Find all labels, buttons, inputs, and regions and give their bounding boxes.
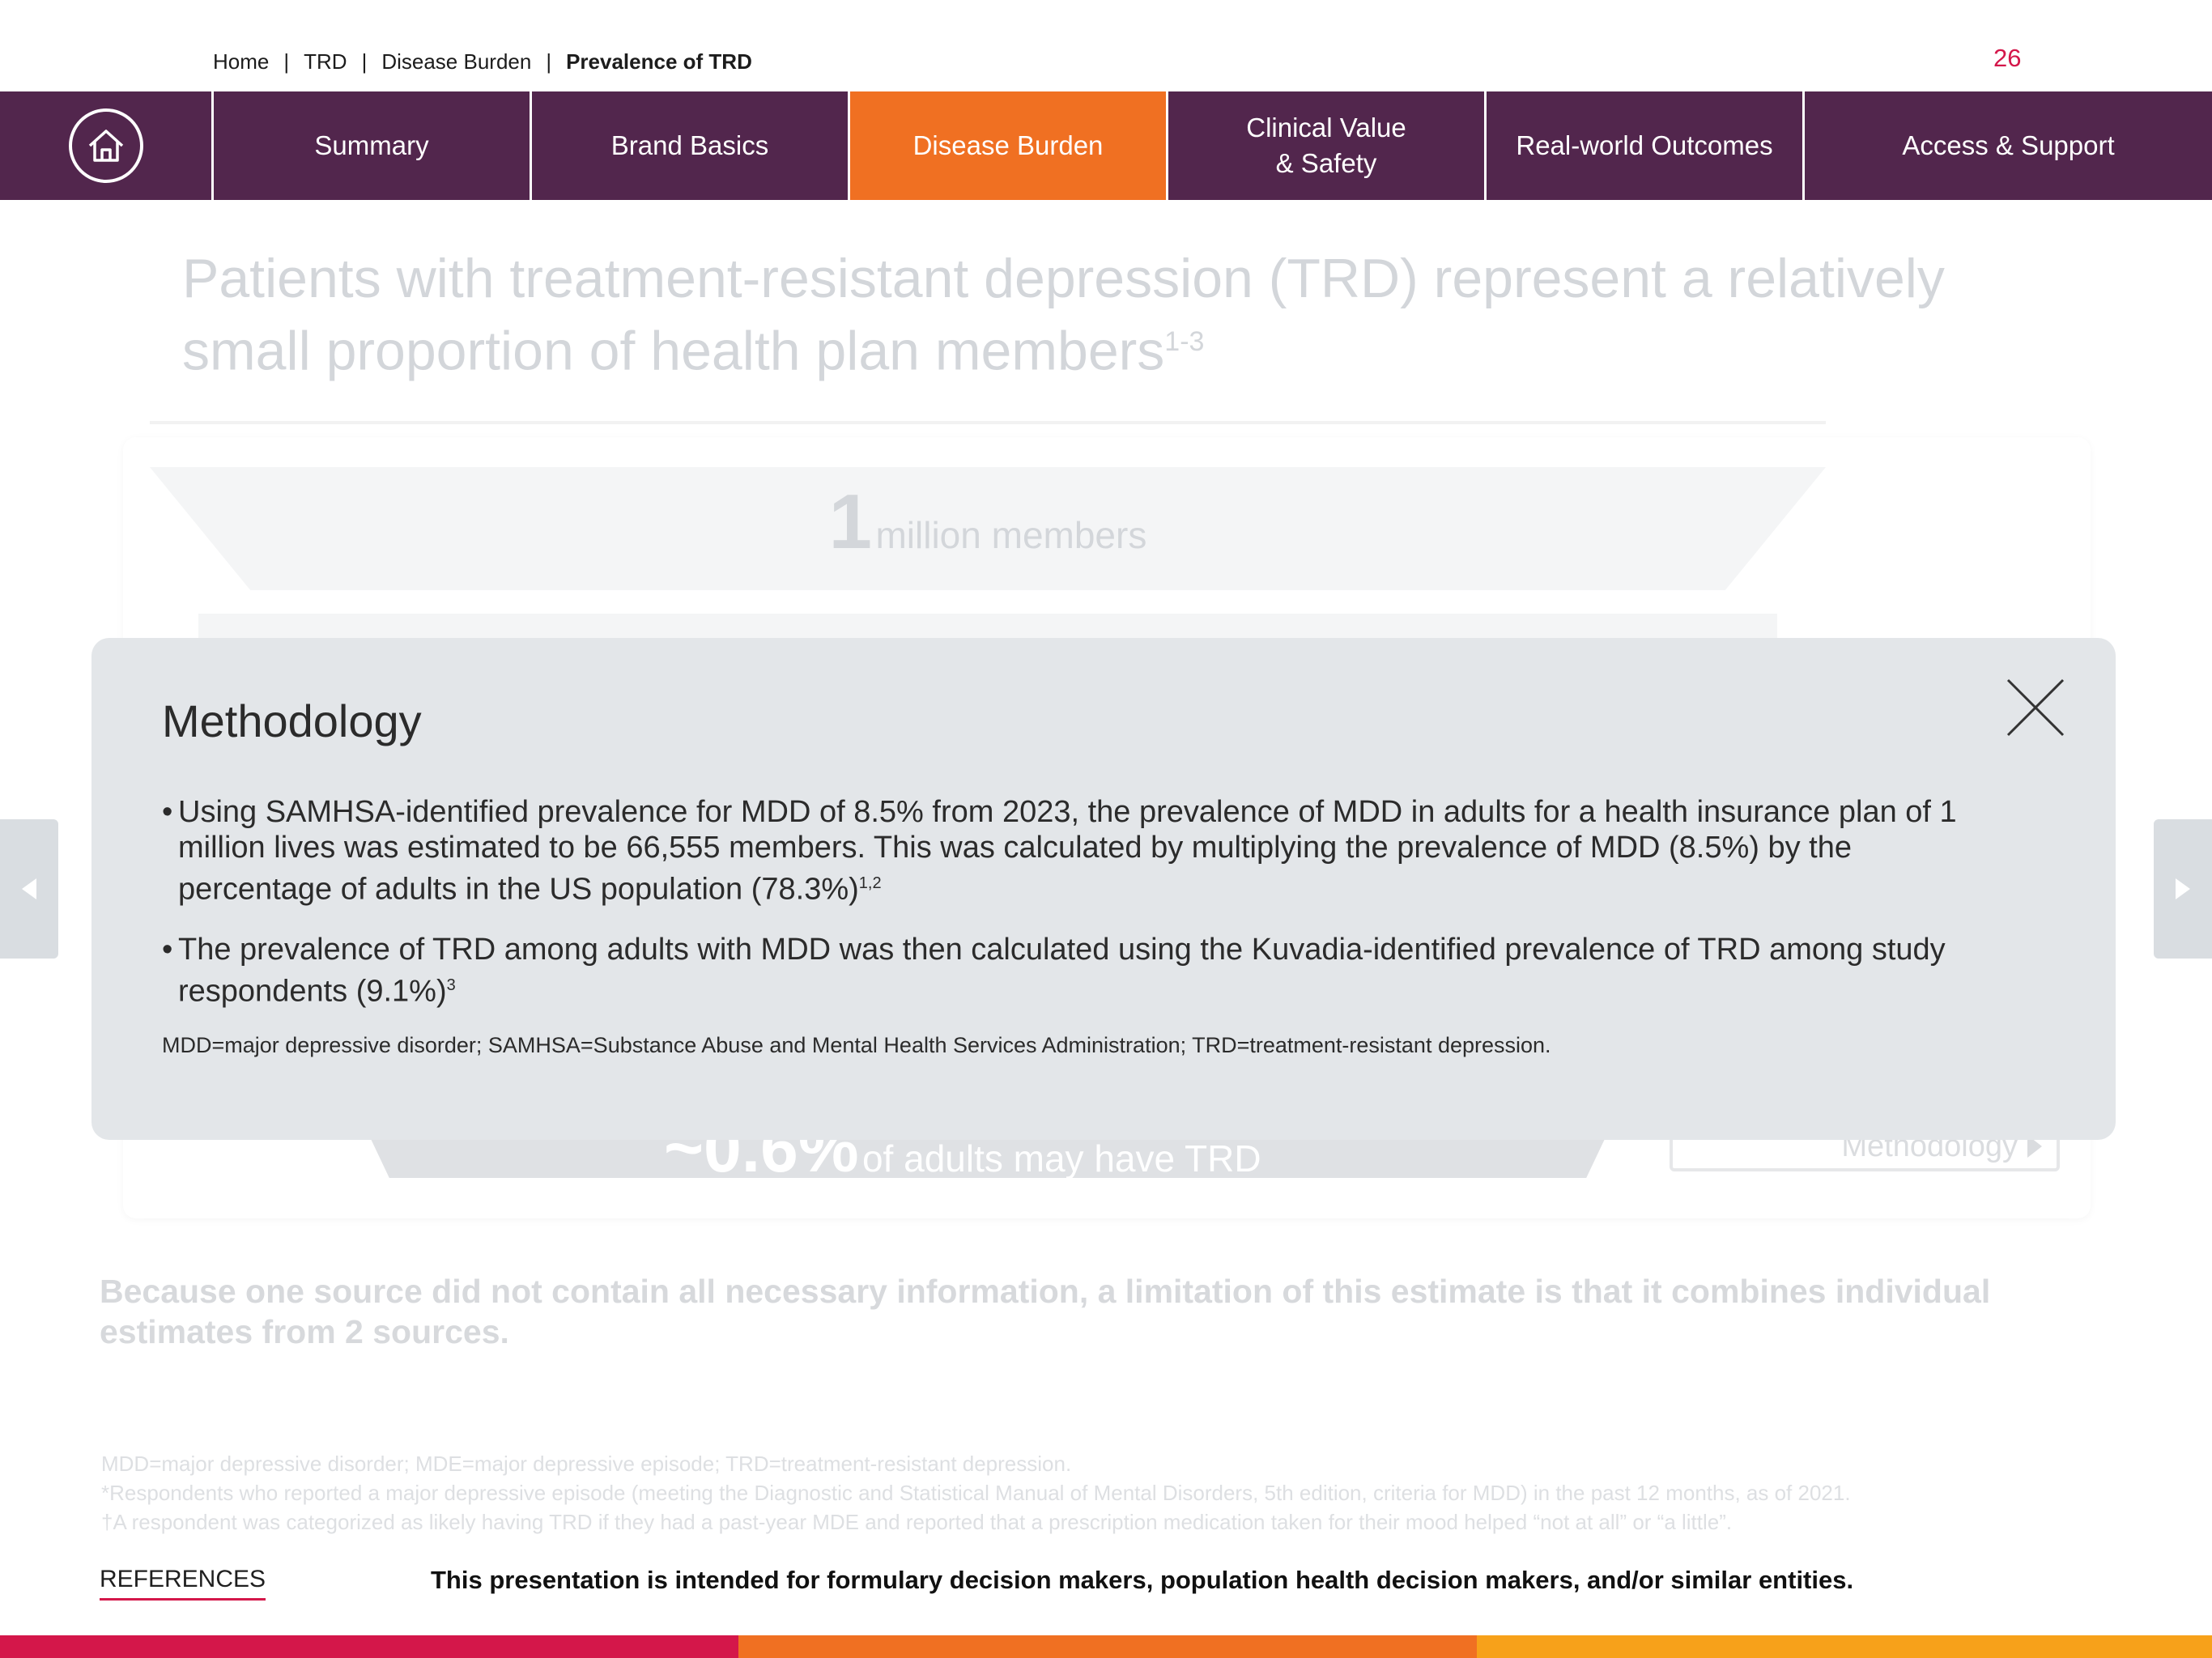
previous-page-button[interactable] xyxy=(0,819,58,959)
footnotes: MDD=major depressive disorder; MDE=major… xyxy=(101,1449,2125,1537)
headline-text: Patients with treatment-resistant depres… xyxy=(182,248,1945,382)
funnel-top-label: 1 million members xyxy=(150,478,1826,567)
tab-access-support[interactable]: Access & Support xyxy=(1805,91,2212,200)
headline-reference: 1-3 xyxy=(1164,326,1205,357)
modal-bullet: The prevalence of TRD among adults with … xyxy=(162,932,1976,1010)
modal-title: Methodology xyxy=(162,695,422,746)
breadcrumb-separator: | xyxy=(361,49,368,74)
breadcrumb-separator: | xyxy=(283,49,290,74)
funnel-second-segment xyxy=(198,614,1777,638)
main-nav: Summary Brand Basics Disease Burden Clin… xyxy=(0,91,2212,200)
tab-disease-burden[interactable]: Disease Burden xyxy=(850,91,1168,200)
tab-summary[interactable]: Summary xyxy=(214,91,532,200)
breadcrumb-current: Prevalence of TRD xyxy=(566,49,752,74)
bottom-color-bar xyxy=(0,1635,2212,1658)
breadcrumb-home[interactable]: Home xyxy=(213,49,269,74)
close-icon xyxy=(2006,678,2065,737)
chevron-left-icon xyxy=(22,878,36,899)
tab-brand-basics[interactable]: Brand Basics xyxy=(532,91,850,200)
disclaimer: This presentation is intended for formul… xyxy=(431,1566,1854,1594)
breadcrumb-disease-burden[interactable]: Disease Burden xyxy=(381,49,531,74)
limitation-note: Because one source did not contain all n… xyxy=(100,1273,1991,1350)
bar-segment-orange xyxy=(738,1635,1477,1658)
home-icon xyxy=(68,108,143,183)
bullet-reference: 3 xyxy=(446,976,456,994)
footnote-asterisk: *Respondents who reported a major depres… xyxy=(101,1481,1851,1505)
breadcrumb: Home | TRD | Disease Burden | Prevalence… xyxy=(213,47,752,76)
breadcrumb-separator: | xyxy=(546,49,552,74)
bar-segment-yellow xyxy=(1477,1635,2212,1658)
bar-segment-red xyxy=(0,1635,738,1658)
tab-clinical-value-safety[interactable]: Clinical Value & Safety xyxy=(1168,91,1487,200)
divider xyxy=(150,421,1826,424)
bullet-reference: 1,2 xyxy=(858,874,882,892)
chevron-right-icon xyxy=(2176,878,2190,899)
page-headline: Patients with treatment-resistant depres… xyxy=(182,247,1963,383)
bullet-text: The prevalence of TRD among adults with … xyxy=(178,932,1946,1009)
breadcrumb-trd[interactable]: TRD xyxy=(304,49,347,74)
close-modal-button[interactable] xyxy=(2005,677,2066,738)
funnel-top-value: 1 xyxy=(828,478,873,565)
modal-bullet: Using SAMHSA-identified prevalence for M… xyxy=(162,794,1976,908)
methodology-modal: Methodology Using SAMHSA-identified prev… xyxy=(91,638,2116,1140)
nav-home-button[interactable] xyxy=(0,91,214,200)
footnote-dagger: †A respondent was categorized as likely … xyxy=(101,1510,1733,1534)
page-number: 26 xyxy=(1993,44,2022,72)
bullet-text: Using SAMHSA-identified prevalence for M… xyxy=(178,795,1957,907)
next-page-button[interactable] xyxy=(2154,819,2212,959)
references-link[interactable]: REFERENCES xyxy=(100,1566,266,1601)
funnel-top-unit: million members xyxy=(875,514,1147,556)
modal-abbreviations: MDD=major depressive disorder; SAMHSA=Su… xyxy=(162,1033,1551,1058)
footnote-abbreviations: MDD=major depressive disorder; MDE=major… xyxy=(101,1452,1072,1476)
funnel-bottom-unit: of adults may have TRD xyxy=(861,1137,1261,1180)
modal-bullet-list: Using SAMHSA-identified prevalence for M… xyxy=(162,794,1976,1009)
tab-real-world-outcomes[interactable]: Real-world Outcomes xyxy=(1487,91,1805,200)
